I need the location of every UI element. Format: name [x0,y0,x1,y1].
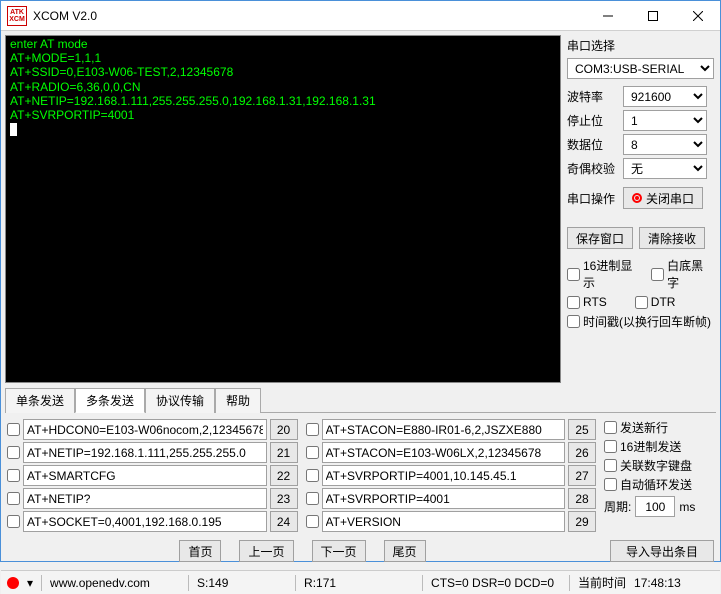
parity-label: 奇偶校验 [567,160,619,177]
send-row-button[interactable]: 28 [568,488,596,509]
autoloop-checkbox[interactable] [604,478,617,491]
maximize-button[interactable] [630,1,675,31]
numkey-checkbox[interactable] [604,459,617,472]
baud-select[interactable]: 921600 [623,86,707,107]
send-row-checkbox[interactable] [306,446,319,459]
serial-settings-panel: 串口选择 COM3:USB-SERIAL 波特率921600 停止位1 数据位8… [565,31,720,387]
status-time-label: 当前时间 [578,574,626,591]
tab-help[interactable]: 帮助 [215,388,261,413]
hex-send-checkbox[interactable] [604,440,617,453]
send-row-checkbox[interactable] [7,515,20,528]
send-row-checkbox[interactable] [7,469,20,482]
send-row-checkbox[interactable] [7,446,20,459]
last-page-button[interactable]: 尾页 [384,540,426,562]
status-recv: R:171 [304,576,414,590]
send-row-button[interactable]: 25 [568,419,596,440]
send-row-button[interactable]: 23 [270,488,298,509]
window-title: XCOM V2.0 [33,9,97,23]
minimize-button[interactable] [585,1,630,31]
send-row-button[interactable]: 21 [270,442,298,463]
clear-receive-button[interactable]: 清除接收 [639,227,705,249]
send-row-input[interactable] [322,465,566,486]
send-row-checkbox[interactable] [7,492,20,505]
timestamp-checkbox[interactable] [567,315,580,328]
send-row-checkbox[interactable] [306,469,319,482]
period-label: 周期: [604,498,631,515]
send-row-button[interactable]: 24 [270,511,298,532]
dtr-checkbox[interactable] [635,296,648,309]
send-row-checkbox[interactable] [7,423,20,436]
import-export-button[interactable]: 导入导出条目 [610,540,714,562]
op-label: 串口操作 [567,190,619,207]
hex-display-checkbox[interactable] [567,268,580,281]
send-row-input[interactable] [23,465,267,486]
send-row-checkbox[interactable] [306,492,319,505]
baud-label: 波特率 [567,88,619,105]
status-time: 17:48:13 [634,576,681,590]
send-newline-checkbox[interactable] [604,421,617,434]
send-row-input[interactable] [23,442,267,463]
send-row-input[interactable] [23,419,267,440]
data-select[interactable]: 8 [623,134,707,155]
send-row-input[interactable] [322,442,566,463]
close-button[interactable] [675,1,720,31]
prev-page-button[interactable]: 上一页 [239,540,293,562]
tab-protocol[interactable]: 协议传输 [145,388,215,413]
send-tabs: 单条发送 多条发送 协议传输 帮助 [5,387,716,413]
send-row-input[interactable] [322,511,566,532]
send-row-button[interactable]: 26 [568,442,596,463]
parity-select[interactable]: 无 [623,158,707,179]
first-page-button[interactable]: 首页 [179,540,221,562]
panel-heading: 串口选择 [567,35,714,58]
stop-select[interactable]: 1 [623,110,707,131]
next-page-button[interactable]: 下一页 [312,540,366,562]
status-sent: S:149 [197,576,287,590]
tab-single[interactable]: 单条发送 [5,388,75,413]
stop-label: 停止位 [567,112,619,129]
send-row-input[interactable] [322,419,566,440]
data-label: 数据位 [567,136,619,153]
send-row-checkbox[interactable] [306,423,319,436]
send-row-input[interactable] [23,488,267,509]
send-row-input[interactable] [322,488,566,509]
toggle-port-button[interactable]: 关闭串口 [623,187,703,209]
send-row-button[interactable]: 22 [270,465,298,486]
send-row-button[interactable]: 27 [568,465,596,486]
period-unit: ms [679,500,695,514]
cursor-icon [10,123,17,136]
period-input[interactable] [635,496,675,517]
send-row-checkbox[interactable] [306,515,319,528]
send-row-button[interactable]: 20 [270,419,298,440]
port-select[interactable]: COM3:USB-SERIAL [567,58,714,79]
title-bar: ATKXCM XCOM V2.0 [1,1,720,31]
send-row-input[interactable] [23,511,267,532]
status-lines: CTS=0 DSR=0 DCD=0 [431,576,561,590]
terminal-output[interactable]: enter AT mode AT+MODE=1,1,1 AT+SSID=0,E1… [5,35,561,383]
record-icon [632,193,642,203]
app-logo-icon: ATKXCM [7,6,27,26]
tab-multi[interactable]: 多条发送 [75,388,145,413]
status-url[interactable]: www.openedv.com [50,576,180,590]
white-black-checkbox[interactable] [651,268,664,281]
save-window-button[interactable]: 保存窗口 [567,227,633,249]
record-status-icon [7,577,19,589]
status-bar: ▾ www.openedv.com S:149 R:171 CTS=0 DSR=… [1,570,720,594]
send-row-button[interactable]: 29 [568,511,596,532]
rts-checkbox[interactable] [567,296,580,309]
dropdown-icon[interactable]: ▾ [27,576,33,590]
